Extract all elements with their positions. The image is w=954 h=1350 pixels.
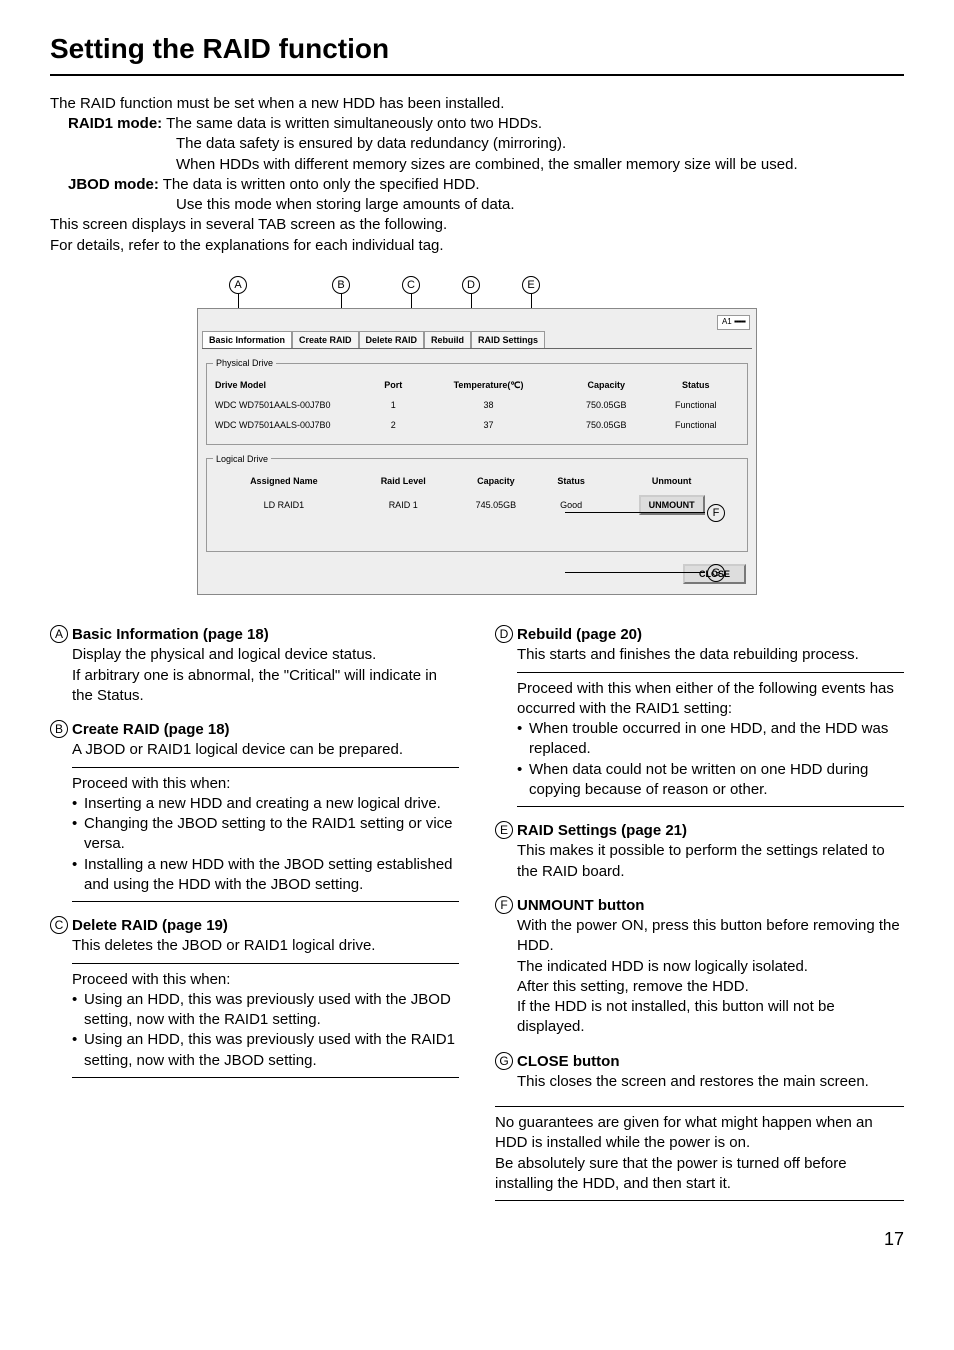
- raid-window: A1 ▪▪▪▪▪▪ Basic Information Create RAID …: [197, 308, 757, 595]
- tab-raid-settings[interactable]: RAID Settings: [471, 331, 545, 348]
- note-line: Be absolutely sure that the power is tur…: [495, 1154, 904, 1195]
- col-status: Status: [651, 375, 742, 395]
- warning-note: No guarantees are given for what might h…: [495, 1106, 904, 1201]
- item-c-text: This deletes the JBOD or RAID1 logical d…: [72, 936, 459, 956]
- note-line: No guarantees are given for what might h…: [495, 1113, 904, 1154]
- tab-delete-raid[interactable]: Delete RAID: [359, 331, 425, 348]
- marker-c-icon: C: [50, 916, 68, 934]
- callout-b: B: [332, 276, 350, 294]
- item-b: B Create RAID (page 18) A JBOD or RAID1 …: [50, 720, 459, 902]
- tab-rebuild[interactable]: Rebuild: [424, 331, 471, 348]
- item-g: G CLOSE button This closes the screen an…: [495, 1052, 904, 1093]
- marker-a-icon: A: [50, 625, 68, 643]
- bullet-text: Inserting a new HDD and creating a new l…: [84, 794, 459, 814]
- col-drive-model: Drive Model: [213, 375, 371, 395]
- jbod-text-b: Use this mode when storing large amounts…: [176, 195, 904, 215]
- bullet-text: Using an HDD, this was previously used w…: [84, 990, 459, 1031]
- raid1-mode-label: RAID1 mode:: [68, 115, 162, 132]
- item-g-title: CLOSE button: [517, 1052, 619, 1072]
- logical-drive-legend: Logical Drive: [213, 453, 271, 465]
- item-d-title: Rebuild (page 20): [517, 625, 642, 645]
- callout-f: F: [707, 504, 725, 522]
- callout-c: C: [402, 276, 420, 294]
- version-label: A1 ▪▪▪▪▪▪: [717, 315, 750, 330]
- col-temp: Temperature(℃): [415, 375, 562, 395]
- item-e-title: RAID Settings (page 21): [517, 821, 687, 841]
- intro-block: The RAID function must be set when a new…: [50, 94, 904, 256]
- marker-b-icon: B: [50, 720, 68, 738]
- bullet-text: Using an HDD, this was previously used w…: [84, 1030, 459, 1071]
- col-ld-capacity: Capacity: [452, 471, 540, 491]
- item-b-title: Create RAID (page 18): [72, 720, 230, 740]
- item-a-text: If arbitrary one is abnormal, the "Criti…: [72, 666, 459, 707]
- item-d-proceed: Proceed with this when either of the fol…: [517, 679, 904, 720]
- callout-g: G: [707, 564, 725, 582]
- item-f-text: After this setting, remove the HDD.: [517, 977, 904, 997]
- item-f: F UNMOUNT button With the power ON, pres…: [495, 896, 904, 1038]
- jbod-text-a: The data is written onto only the specif…: [163, 176, 480, 193]
- raid1-text-b: The data safety is ensured by data redun…: [176, 134, 904, 154]
- item-e: E RAID Settings (page 21) This makes it …: [495, 821, 904, 882]
- item-g-text: This closes the screen and restores the …: [517, 1072, 904, 1092]
- col-raid-level: Raid Level: [355, 471, 452, 491]
- col-ld-status: Status: [540, 471, 602, 491]
- item-d-text: This starts and finishes the data rebuil…: [517, 645, 904, 665]
- table-row: WDC WD7501AALS-00J7B0 2 37 750.05GB Func…: [213, 415, 741, 435]
- item-b-text: A JBOD or RAID1 logical device can be pr…: [72, 740, 459, 760]
- item-f-text: The indicated HDD is now logically isola…: [517, 957, 904, 977]
- marker-e-icon: E: [495, 821, 513, 839]
- callout-d: D: [462, 276, 480, 294]
- marker-g-icon: G: [495, 1052, 513, 1070]
- jbod-mode-label: JBOD mode:: [68, 176, 159, 193]
- table-row: WDC WD7501AALS-00J7B0 1 38 750.05GB Func…: [213, 395, 741, 415]
- item-a: A Basic Information (page 18) Display th…: [50, 625, 459, 706]
- raid1-text-c: When HDDs with different memory sizes ar…: [176, 155, 904, 175]
- col-capacity: Capacity: [562, 375, 650, 395]
- logical-drive-group: Logical Drive Assigned Name Raid Level C…: [206, 453, 748, 552]
- marker-f-icon: F: [495, 896, 513, 914]
- bullet-text: Changing the JBOD setting to the RAID1 s…: [84, 814, 459, 855]
- col-unmount: Unmount: [602, 471, 741, 491]
- physical-drive-legend: Physical Drive: [213, 357, 276, 369]
- item-f-text: With the power ON, press this button bef…: [517, 916, 904, 957]
- marker-d-icon: D: [495, 625, 513, 643]
- bullet-text: When data could not be written on one HD…: [529, 760, 904, 801]
- item-c: C Delete RAID (page 19) This deletes the…: [50, 916, 459, 1078]
- item-c-proceed: Proceed with this when:: [72, 970, 459, 990]
- intro-line: For details, refer to the explanations f…: [50, 236, 904, 256]
- item-f-text: If the HDD is not installed, this button…: [517, 997, 904, 1038]
- item-a-title: Basic Information (page 18): [72, 625, 269, 645]
- screenshot-figure: A B C D E A1 ▪▪▪▪▪▪ Basic Information Cr…: [197, 276, 757, 595]
- tab-create-raid[interactable]: Create RAID: [292, 331, 359, 348]
- col-assigned-name: Assigned Name: [213, 471, 355, 491]
- intro-line: The RAID function must be set when a new…: [50, 94, 904, 114]
- item-c-title: Delete RAID (page 19): [72, 916, 228, 936]
- callout-e: E: [522, 276, 540, 294]
- callout-a: A: [229, 276, 247, 294]
- item-b-proceed: Proceed with this when:: [72, 774, 459, 794]
- page-number: 17: [50, 1227, 904, 1251]
- col-port: Port: [371, 375, 415, 395]
- item-e-text: This makes it possible to perform the se…: [517, 841, 904, 882]
- page-title: Setting the RAID function: [50, 30, 904, 76]
- item-a-text: Display the physical and logical device …: [72, 645, 459, 665]
- bullet-text: When trouble occurred in one HDD, and th…: [529, 719, 904, 760]
- bullet-text: Installing a new HDD with the JBOD setti…: [84, 855, 459, 896]
- intro-line: This screen displays in several TAB scre…: [50, 215, 904, 235]
- physical-drive-group: Physical Drive Drive Model Port Temperat…: [206, 357, 748, 445]
- item-d: D Rebuild (page 20) This starts and fini…: [495, 625, 904, 807]
- tab-basic-information[interactable]: Basic Information: [202, 331, 292, 348]
- item-f-title: UNMOUNT button: [517, 896, 644, 916]
- raid1-text-a: The same data is written simultaneously …: [166, 115, 542, 132]
